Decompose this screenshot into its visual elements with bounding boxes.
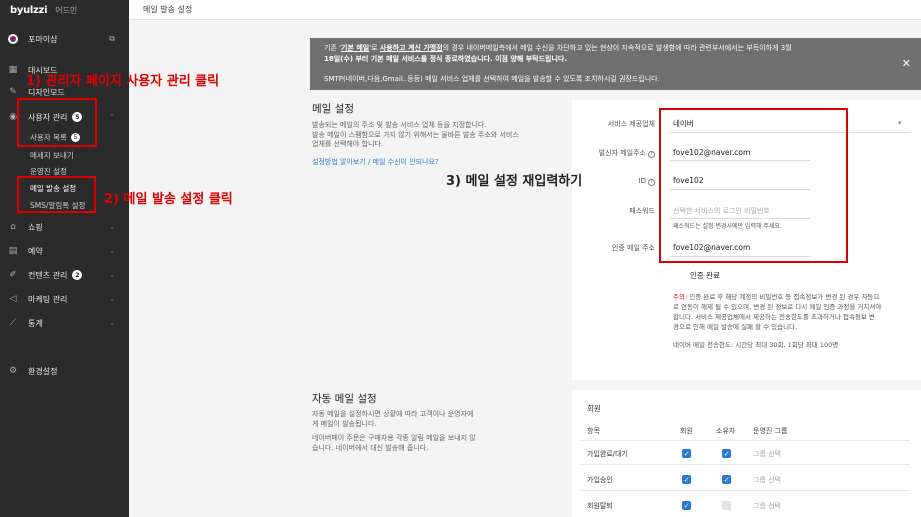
sidebar-item-label: 포마이샵 bbox=[28, 34, 58, 44]
sidebar-item-label: 예약 bbox=[28, 246, 43, 256]
auto-mail-title: 자동 메일 설정 bbox=[312, 393, 377, 405]
verify-done-status: 인증 완료 bbox=[690, 271, 720, 280]
row-line bbox=[580, 490, 910, 491]
annotation-box-users bbox=[17, 98, 97, 147]
page-header: 메일 발송 설정 bbox=[129, 0, 921, 20]
sidebar-item-marketing[interactable]: ◁ 마케팅 관리 ⌄ bbox=[0, 291, 129, 307]
notice-line1: 기존 '기본 메일'로 사용하고 계신 가맹점의 경우 네이버메일측에서 메일 … bbox=[324, 44, 792, 52]
sidebar-item-label: 쇼핑 bbox=[28, 222, 43, 232]
sidebar-item-stats[interactable]: ⟋ 통계 ⌄ bbox=[0, 315, 129, 331]
table-header-line bbox=[580, 440, 910, 441]
annotation-step2: 2) 메일 발송 설정 클릭 bbox=[104, 192, 233, 207]
checkbox-member[interactable]: ✓ bbox=[682, 449, 691, 458]
help-link[interactable]: 설정방법 알아보기 / 메일 수신이 안되나요? bbox=[312, 157, 439, 167]
verify-label: 인증 메일 주소 bbox=[611, 244, 655, 252]
chevron-down-icon: ⌄ bbox=[109, 247, 115, 255]
sidebar-item-label: 환경설정 bbox=[28, 366, 58, 376]
col-item: 항목 bbox=[587, 427, 600, 435]
sidebar-item-content[interactable]: ✐ 컨텐츠 관리 2 ⌄ bbox=[0, 267, 129, 283]
external-link-icon[interactable]: ⧉ bbox=[109, 34, 115, 44]
sidebar-item-label: 통계 bbox=[28, 318, 43, 328]
checkbox-owner[interactable]: ✓ bbox=[722, 475, 731, 484]
notice-banner: 기존 '기본 메일'로 사용하고 계신 가맹점의 경우 네이버메일측에서 메일 … bbox=[310, 38, 921, 90]
chevron-up-icon: ⌃ bbox=[109, 113, 115, 121]
brand-admin-label: 어드민 bbox=[55, 5, 78, 15]
mail-settings-title: 메일 설정 bbox=[312, 103, 354, 115]
provider-label: 서비스 제공업체 bbox=[607, 120, 655, 128]
checkbox-member[interactable]: ✓ bbox=[682, 475, 691, 484]
content-icon: ✐ bbox=[9, 270, 17, 280]
mail-settings-desc: 발송되는 메일의 주소 및 발송 서비스 업체 등을 지정합니다. 발송 메일이… bbox=[312, 121, 519, 148]
rate-limit-text: 네이버 메일 전송한도: 시간당 최대 30회, 1회당 최대 100명 bbox=[673, 341, 839, 349]
row-line bbox=[580, 464, 910, 465]
gear-icon: ⚙ bbox=[8, 366, 18, 376]
auto-mail-desc: 자동 메일을 설정하시면 상황에 따라 고객이나 운영자에 게 메일이 발송됩니… bbox=[312, 410, 476, 452]
col-owner: 소유자 bbox=[716, 427, 736, 435]
checkbox-owner[interactable]: ✓ bbox=[722, 449, 731, 458]
sidebar-item-label: 마케팅 관리 bbox=[28, 294, 68, 304]
checkbox-member[interactable]: ✓ bbox=[682, 501, 691, 510]
checkbox-owner[interactable]: ✓ bbox=[722, 501, 731, 510]
table-row-item: 가입완료/대기 bbox=[587, 450, 628, 458]
sidebar-item-shopping[interactable]: ⌂ 쇼핑 ⌄ bbox=[0, 219, 129, 235]
shop-icon: ⌂ bbox=[10, 222, 16, 232]
table-row-item: 회원탈퇴 bbox=[587, 502, 613, 510]
col-member: 회원 bbox=[680, 427, 693, 435]
chevron-down-icon: ⌄ bbox=[109, 271, 115, 279]
close-icon[interactable]: ✕ bbox=[902, 58, 911, 69]
sidebar-item-shop[interactable]: 포마이샵 ⧉ bbox=[0, 31, 129, 47]
content-badge: 2 bbox=[72, 270, 83, 280]
chevron-down-icon[interactable]: ▾ bbox=[898, 119, 902, 127]
brush-icon: ✎ bbox=[9, 87, 17, 97]
caution-text: 주의: 인증 완료 후 해당 계정의 비밀번호 등 접속정보가 변경 된 경우 … bbox=[673, 293, 882, 331]
brand-logo: byulzzi bbox=[10, 4, 48, 16]
group-select[interactable]: 그룹 선택 bbox=[753, 501, 781, 511]
brand[interactable]: byulzzi 어드민 bbox=[0, 0, 129, 20]
group-select[interactable]: 그룹 선택 bbox=[753, 475, 781, 485]
megaphone-icon: ◁ bbox=[9, 294, 17, 304]
notice-line1b: 18일(수) 부터 기본 메일 서비스를 정식 종료하였습니다. 이점 양해 부… bbox=[324, 55, 568, 63]
page-title: 메일 발송 설정 bbox=[143, 5, 193, 14]
chart-icon: ⟋ bbox=[9, 318, 17, 328]
chevron-down-icon: ⌄ bbox=[109, 295, 115, 303]
flag-icon bbox=[8, 34, 18, 44]
sender-label: 발신자 메일주소? bbox=[572, 148, 655, 158]
col-staff-group: 운영진 그룹 bbox=[753, 427, 788, 435]
help-icon[interactable]: ? bbox=[648, 178, 655, 186]
chevron-down-icon: ⌄ bbox=[109, 319, 115, 327]
sub-item-send-message[interactable]: 메세지 보내기 bbox=[30, 148, 74, 162]
sidebar-item-label: 컨텐츠 관리 bbox=[28, 270, 68, 280]
sidebar-item-settings[interactable]: ⚙ 환경설정 bbox=[0, 363, 129, 379]
id-label: ID? bbox=[572, 177, 655, 186]
group-select[interactable]: 그룹 선택 bbox=[753, 449, 781, 459]
annotation-step1: 1) 관리자 페이지 사용자 관리 클릭 bbox=[26, 74, 220, 89]
notice-line2: SMTP(네이버,다음,Gmail..등등) 메일 서비스 업체를 선택하여 메… bbox=[324, 75, 660, 83]
dashboard-icon: ▦ bbox=[8, 65, 18, 75]
member-group-title: 회원 bbox=[587, 404, 601, 413]
calendar-icon: ▤ bbox=[8, 246, 18, 256]
table-row-item: 가입승인 bbox=[587, 476, 613, 484]
help-icon[interactable]: ? bbox=[648, 150, 655, 158]
password-label: 패스워드 bbox=[629, 207, 655, 215]
sidebar-item-reservation[interactable]: ▤ 예약 ⌄ bbox=[0, 243, 129, 259]
annotation-step3: 3) 메일 설정 재입력하기 bbox=[446, 174, 583, 189]
chevron-down-icon: ⌄ bbox=[109, 223, 115, 231]
annotation-box-mail-settings bbox=[17, 176, 96, 213]
annotation-box-form bbox=[659, 108, 848, 263]
